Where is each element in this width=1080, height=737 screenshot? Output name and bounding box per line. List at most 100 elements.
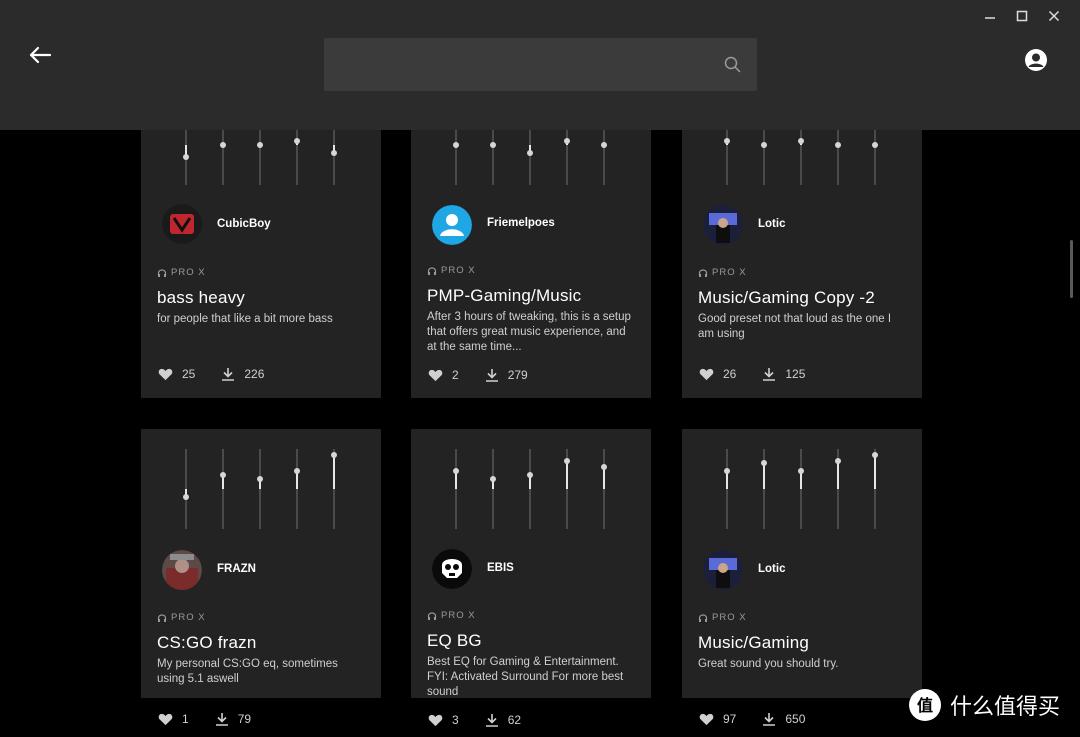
eq-band-knob — [220, 472, 226, 479]
close-button[interactable] — [1038, 6, 1070, 26]
close-icon — [1048, 10, 1060, 22]
preset-card[interactable]: Lotic PRO X Music/Gaming Great sound you sh… — [682, 429, 922, 726]
top-bar — [0, 0, 1080, 130]
device-tag: PRO X — [698, 267, 747, 278]
like-count: 1 — [182, 712, 189, 726]
eq-band-slider — [601, 449, 607, 529]
like-button[interactable]: 1 — [158, 712, 189, 726]
avatar[interactable] — [162, 550, 202, 590]
download-count: 62 — [507, 713, 522, 727]
like-button[interactable]: 25 — [158, 367, 195, 381]
preset-stats: 97 650 — [699, 712, 805, 726]
preset-description: Good preset not that loud as the one I a… — [698, 313, 892, 340]
download-count: 279 — [507, 368, 528, 382]
window-controls — [974, 6, 1070, 26]
like-count: 26 — [723, 367, 737, 381]
eq-band-knob — [257, 142, 263, 148]
maximize-button[interactable] — [1006, 6, 1038, 26]
heart-icon — [428, 369, 443, 381]
watermark-logo-text: 值 — [917, 696, 933, 715]
author-name[interactable]: Lotic — [758, 563, 785, 575]
avatar[interactable] — [432, 205, 472, 245]
preset-card[interactable]: EBIS PRO X EQ BG Best EQ for Gaming & Enter… — [411, 429, 651, 727]
search-bar — [324, 38, 757, 91]
eq-band-knob — [798, 467, 804, 474]
like-count: 2 — [452, 368, 459, 382]
watermark-text: 什么值得买 — [950, 695, 1061, 720]
device-label: PRO X — [171, 612, 206, 623]
like-button[interactable]: 3 — [428, 713, 459, 727]
preset-card[interactable]: FRAZN PRO X CS:GO frazn My personal CS:GO e… — [141, 429, 381, 726]
eq-preview — [411, 429, 651, 539]
avatar[interactable] — [162, 204, 202, 244]
avatar[interactable] — [432, 549, 472, 589]
author-name[interactable]: FRAZN — [217, 563, 256, 575]
like-button[interactable]: 26 — [699, 367, 736, 381]
eq-band-fill — [837, 461, 839, 489]
avatar[interactable] — [703, 205, 743, 245]
eq-band-knob — [872, 142, 878, 148]
eq-band-slider — [835, 449, 841, 529]
download-button[interactable]: 62 — [485, 713, 521, 727]
eq-band-knob — [564, 458, 570, 464]
eq-band-slider — [527, 449, 533, 529]
author-name[interactable]: Lotic — [758, 218, 785, 230]
heart-icon — [699, 368, 714, 380]
preset-card[interactable]: CubicBoy PRO X bass heavy for people that l… — [141, 105, 381, 398]
headset-icon — [427, 266, 437, 275]
headset-icon — [698, 268, 708, 277]
avatar[interactable] — [703, 550, 743, 590]
preset-title: PMP-Gaming/Music — [427, 286, 582, 305]
device-tag: PRO X — [157, 612, 206, 623]
watermark-logo-icon: 值 — [909, 689, 941, 721]
author-name[interactable]: CubicBoy — [217, 218, 271, 230]
author-name[interactable]: EBIS — [487, 562, 514, 574]
like-count: 25 — [182, 367, 196, 381]
download-icon — [485, 714, 498, 727]
eq-band-knob — [331, 150, 337, 156]
device-tag: PRO X — [157, 267, 206, 278]
eq-band-slider — [183, 449, 189, 529]
eq-band-fill — [763, 462, 765, 489]
device-label: PRO X — [712, 267, 747, 278]
eq-band-slider — [724, 449, 730, 529]
download-button[interactable]: 226 — [221, 367, 264, 381]
author-name[interactable]: Friemelpoes — [487, 217, 555, 229]
maximize-icon — [1016, 10, 1028, 22]
search-input[interactable] — [324, 38, 757, 91]
device-label: PRO X — [712, 612, 747, 623]
eq-band-knob — [453, 142, 459, 148]
back-button[interactable] — [26, 42, 54, 68]
download-button[interactable]: 125 — [762, 367, 805, 381]
preset-stats: 26 125 — [699, 367, 805, 381]
minimize-button[interactable] — [974, 6, 1006, 26]
eq-band-knob — [835, 142, 841, 148]
eq-band-slider — [453, 449, 459, 529]
preset-card[interactable]: Lotic PRO X Music/Gaming Copy -2 Good prese… — [682, 105, 922, 398]
download-button[interactable]: 79 — [215, 712, 251, 726]
eq-band-knob — [183, 154, 189, 160]
user-circle-icon[interactable] — [1024, 48, 1048, 72]
device-label: PRO X — [441, 265, 476, 276]
preset-description: Great sound you should try. — [698, 658, 839, 670]
preset-card[interactable]: Friemelpoes PRO X PMP-Gaming/Music After 3 … — [411, 105, 651, 398]
eq-band-knob — [601, 142, 607, 148]
like-count: 3 — [452, 713, 459, 727]
eq-band-knob — [872, 452, 878, 459]
download-icon — [222, 368, 235, 381]
search-icon[interactable] — [723, 55, 743, 75]
eq-band-knob — [835, 458, 841, 464]
like-button[interactable]: 97 — [699, 712, 736, 726]
eq-band-fill — [566, 461, 568, 489]
download-button[interactable]: 650 — [762, 712, 805, 726]
like-button[interactable]: 2 — [428, 368, 459, 382]
eq-band-knob — [761, 142, 767, 148]
eq-band-knob — [294, 468, 300, 475]
download-count: 226 — [244, 367, 265, 381]
device-label: PRO X — [171, 267, 206, 278]
device-tag: PRO X — [427, 610, 476, 621]
scrollbar-thumb[interactable] — [1070, 240, 1073, 298]
headset-icon — [698, 613, 708, 622]
device-tag: PRO X — [427, 265, 476, 276]
download-button[interactable]: 279 — [485, 368, 528, 382]
